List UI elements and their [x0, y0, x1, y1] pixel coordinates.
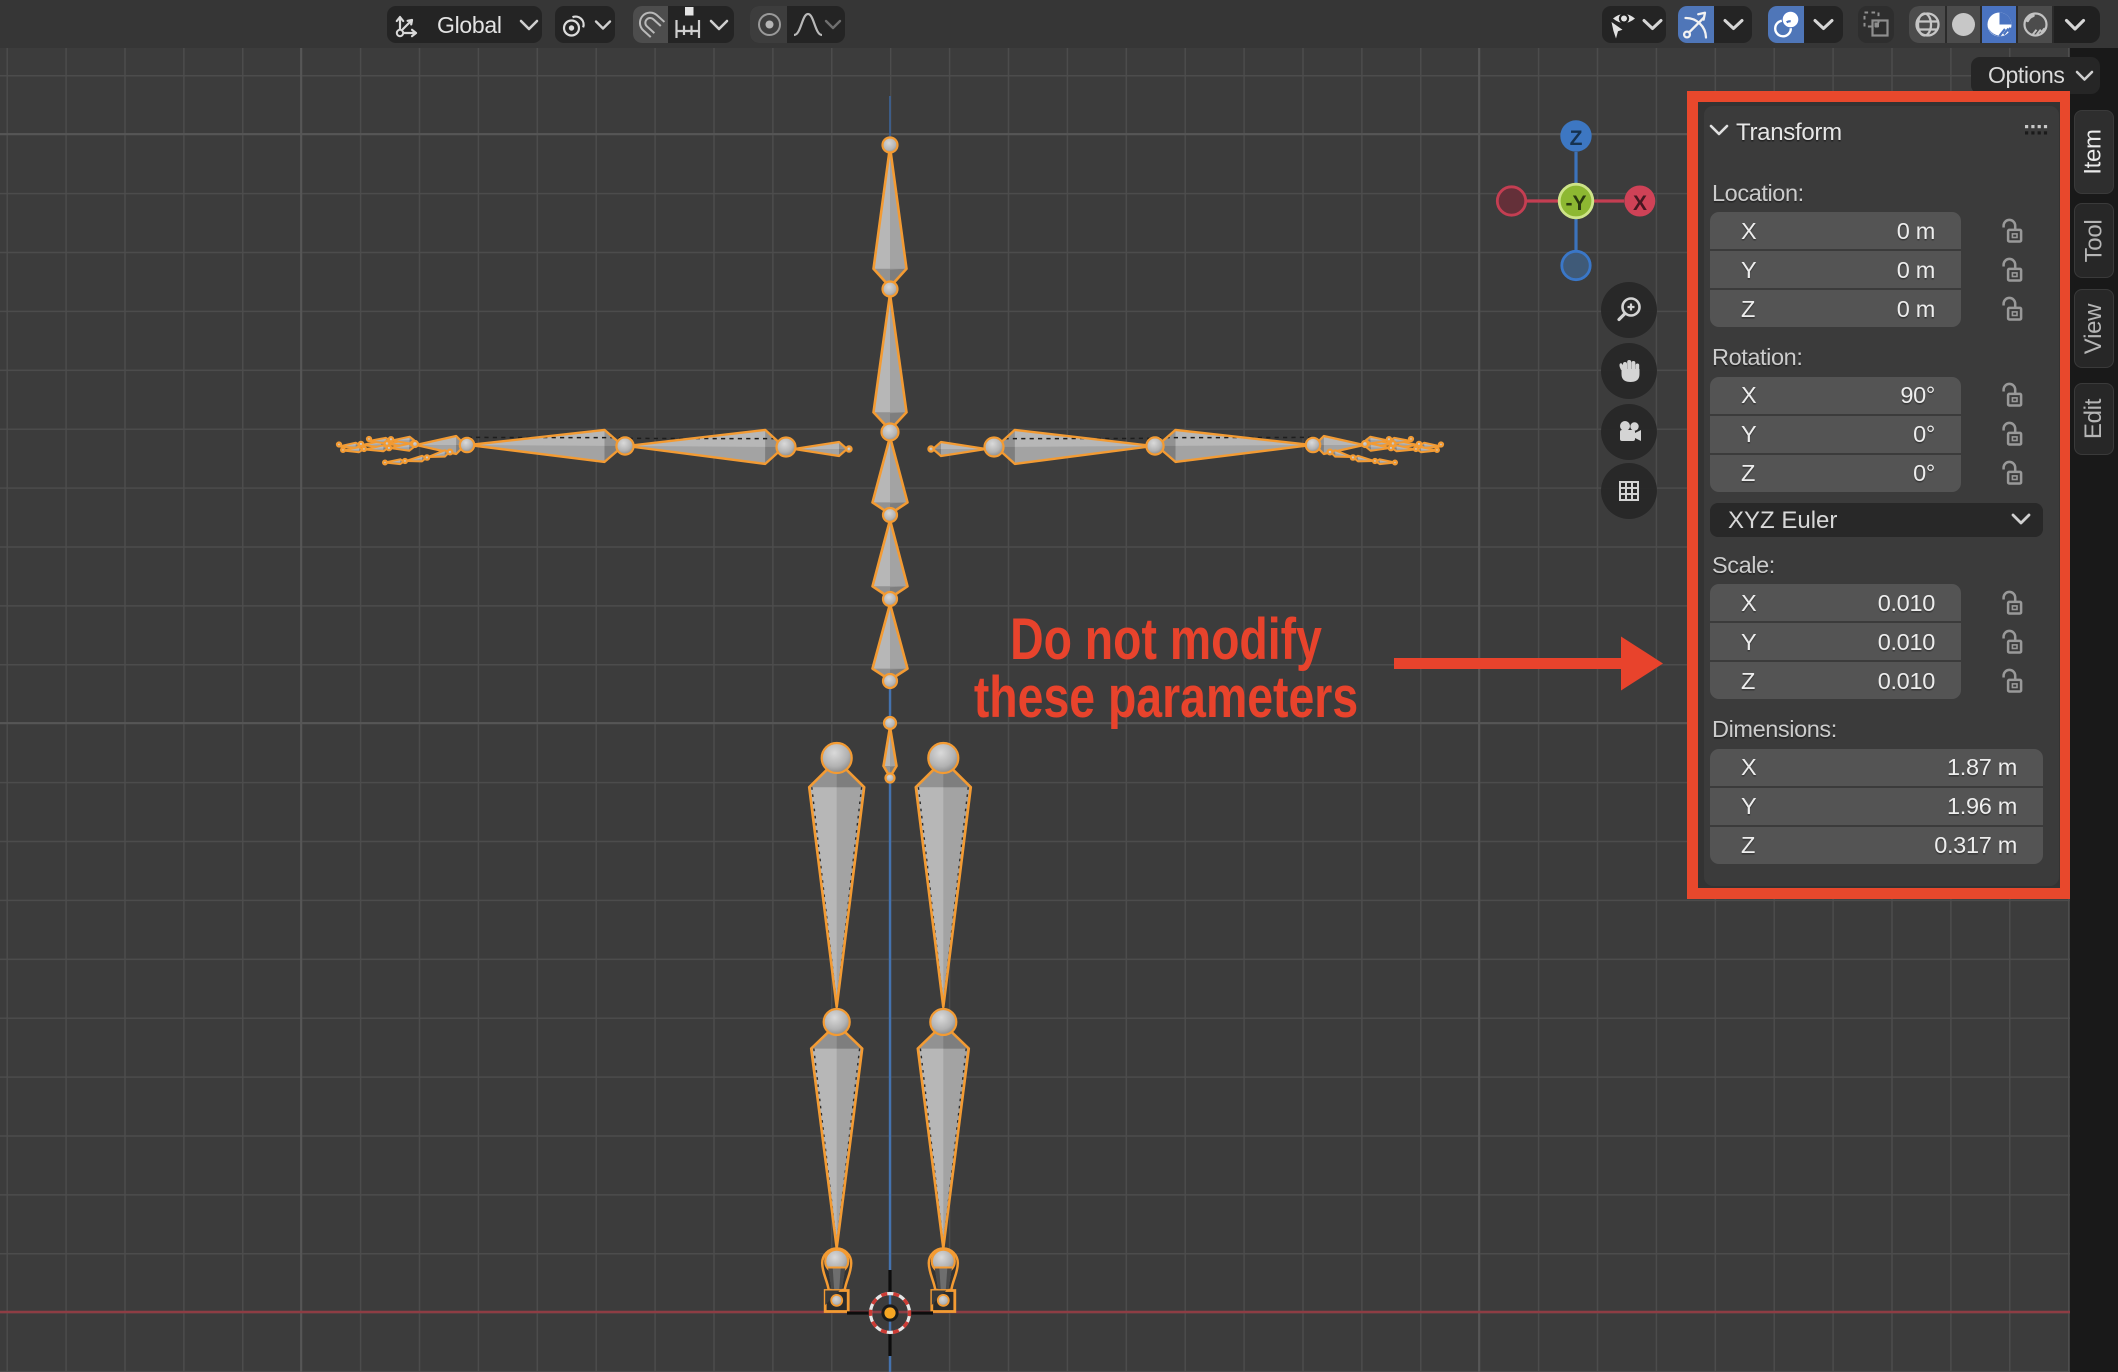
- svg-text:X: X: [1633, 192, 1647, 215]
- svg-text:-Y: -Y: [1566, 192, 1587, 215]
- svg-text:Z: Z: [1570, 127, 1583, 150]
